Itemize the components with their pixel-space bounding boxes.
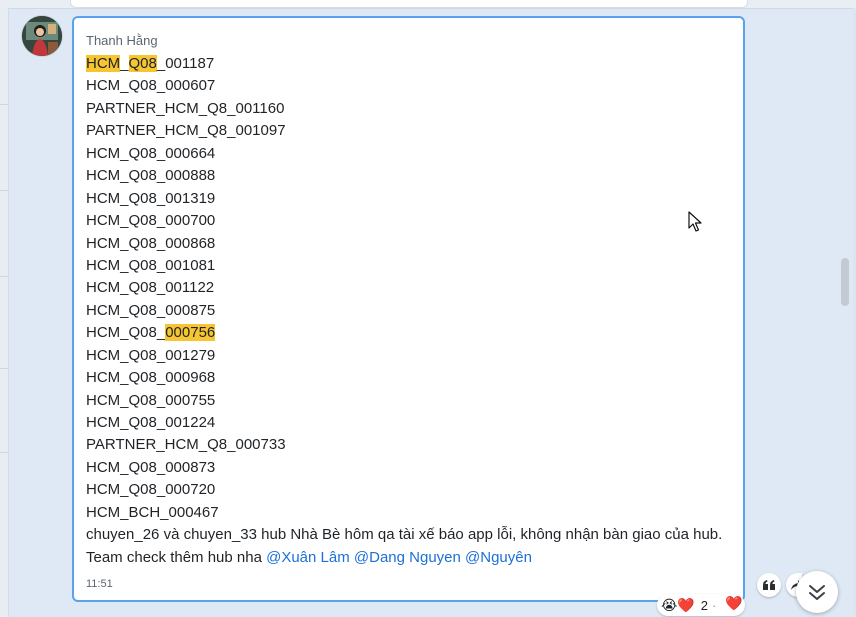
message-text-segment: PARTNER_HCM_Q8_001097: [86, 122, 286, 140]
message-text-segment: HCM_Q08_000720: [86, 481, 216, 499]
message-text-segment: HCM_Q08_000875: [86, 301, 216, 319]
heart-icon: ❤️: [725, 595, 743, 611]
double-chevron-down-icon: [809, 585, 825, 600]
message-line: HCM_Q08_000664: [86, 143, 722, 165]
left-panel-divider: [0, 368, 8, 369]
heart-emoji-icon: ❤️: [677, 597, 695, 613]
message-text-segment: HCM_Q08_000700: [86, 212, 216, 230]
message-text-segment: HCM_Q08_000755: [86, 391, 216, 409]
message-line: Team check thêm hub nha @Xuân Lâm @Dang …: [86, 547, 722, 569]
message-line: PARTNER_HCM_Q8_001160: [86, 98, 722, 120]
reaction-separator: ·: [712, 597, 717, 613]
message-line: HCM_Q08_001081: [86, 255, 722, 277]
previous-message-edge: [0, 0, 856, 9]
sender-avatar[interactable]: [22, 16, 62, 56]
search-highlight: 000756: [165, 324, 216, 342]
left-panel-edge: [0, 8, 9, 617]
message-line: HCM_Q08_001122: [86, 277, 722, 299]
message-line: HCM_Q08_000720: [86, 479, 722, 501]
message-line: PARTNER_HCM_Q8_001097: [86, 120, 722, 142]
search-highlight: Q08: [128, 55, 157, 72]
message-text-segment: HCM_Q08_001319: [86, 189, 216, 207]
message-text-segment: _: [120, 55, 129, 72]
quote-icon: [763, 580, 775, 590]
message-line: HCM_Q08_001224: [86, 412, 722, 434]
message-text-segment: HCM_Q08_000868: [86, 234, 216, 252]
left-panel-divider: [0, 452, 8, 453]
message-text-segment: PARTNER_HCM_Q8_001160: [86, 99, 285, 117]
message-line: HCM_Q08_000607: [86, 75, 722, 97]
message-text-segment: HCM_BCH_000467: [86, 503, 219, 521]
message-time: 11:51: [86, 578, 113, 590]
message-line: HCM_Q08_000756: [86, 322, 722, 344]
message-line: HCM_Q08_001279: [86, 345, 722, 367]
message-line: HCM_BCH_000467: [86, 502, 722, 524]
left-panel-divider: [0, 104, 8, 105]
message-line: chuyen_26 và chuyen_33 hub Nhà Bè hôm qa…: [86, 524, 722, 546]
previous-message-bubble: [70, 0, 748, 8]
message-line: HCM_Q08_000755: [86, 390, 722, 412]
message-text-segment: HCM_Q08_000888: [86, 167, 216, 185]
message-text-segment: HCM_Q08_001081: [86, 256, 216, 274]
message-line: HCM_Q08_000968: [86, 367, 722, 389]
message-text: HCM_Q08_001187 HCM_Q08_000607 PARTNER_HCM_…: [86, 53, 722, 569]
message-text-segment: HCM_Q08_: [86, 324, 166, 342]
message-text-segment: PARTNER_HCM_Q8_000733: [86, 436, 286, 454]
quick-heart-reaction-button[interactable]: ❤️: [725, 596, 743, 614]
crying-emoji-icon: 😭: [661, 597, 678, 613]
left-panel-divider: [0, 276, 8, 277]
message-text-segment: _001187: [156, 55, 215, 72]
user-mention-link[interactable]: @Dang Nguyen: [354, 549, 461, 566]
message-line: HCM_Q08_000868: [86, 233, 722, 255]
mouse-cursor-icon: [688, 211, 702, 232]
message-line: HCM_Q08_000875: [86, 300, 722, 322]
scroll-to-bottom-button[interactable]: [796, 571, 838, 613]
message-bubble[interactable]: Thanh Hằng HCM_Q08_001187 HCM_Q08_000607 P…: [72, 16, 745, 602]
sender-name[interactable]: Thanh Hằng: [86, 33, 158, 48]
reaction-count: 2: [700, 597, 709, 613]
message-line: HCM_Q08_000873: [86, 457, 722, 479]
user-mention-link[interactable]: @Xuân Lâm: [266, 549, 350, 566]
message-text-segment: HCM_Q08_001224: [86, 414, 216, 431]
message-text-segment: HCM_Q08_001279: [86, 346, 216, 364]
quote-button[interactable]: [757, 573, 781, 597]
message-line: HCM_Q08_000888: [86, 165, 722, 187]
user-mention-link[interactable]: @Nguyên: [465, 549, 532, 566]
message-line: PARTNER_HCM_Q8_000733: [86, 434, 722, 456]
message-text-segment: HCM_Q08_000968: [86, 369, 216, 387]
message-line: HCM_Q08_001319: [86, 188, 722, 210]
message-line: HCM_Q08_001187: [86, 53, 722, 75]
message-text-segment: HCM_Q08_000607: [86, 77, 216, 95]
message-text-segment: chuyen_26 và chuyen_33 hub Nhà Bè hôm qa…: [86, 526, 723, 544]
left-panel-divider: [0, 190, 8, 191]
message-line: HCM_Q08_000700: [86, 210, 722, 232]
message-text-segment: HCM_Q08_000664: [86, 144, 216, 162]
scrollbar-thumb[interactable]: [841, 258, 849, 306]
message-text-segment: HCM_Q08_001122: [86, 279, 215, 297]
avatar-image: [22, 16, 62, 56]
reaction-summary[interactable]: 😭 ❤️ 2 · ❤️: [657, 594, 745, 616]
message-text-segment: HCM_Q08_000873: [86, 458, 216, 476]
message-text-segment: Team check thêm hub nha: [86, 548, 267, 566]
search-highlight: HCM: [86, 55, 121, 72]
